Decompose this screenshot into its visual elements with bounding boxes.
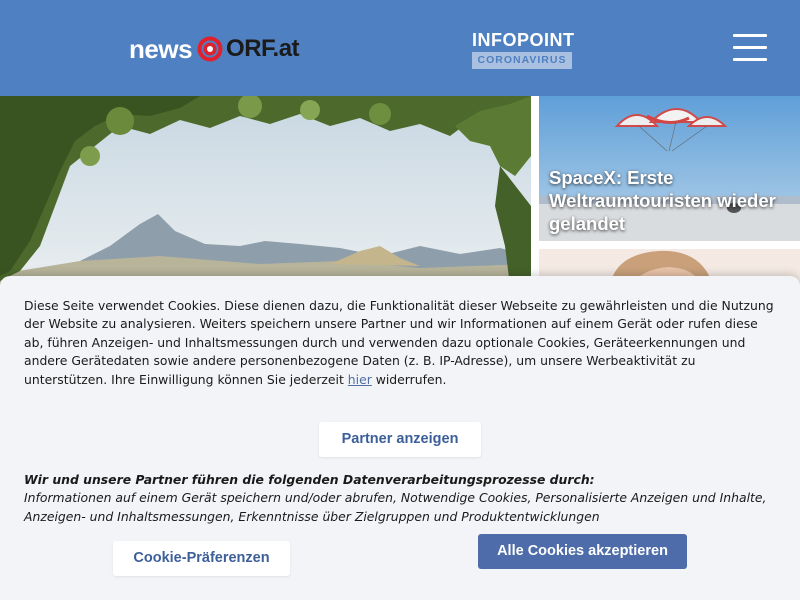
landscape-painting-image bbox=[0, 96, 531, 286]
infopoint-coronavirus-link[interactable]: INFOPOINT CORONAVIRUS bbox=[472, 30, 575, 70]
accept-all-cookies-button[interactable]: Alle Cookies akzeptieren bbox=[478, 534, 687, 569]
infopoint-title: INFOPOINT bbox=[472, 30, 575, 50]
orf-news-logo[interactable]: news ORF.at bbox=[129, 33, 300, 64]
cookie-preferences-button[interactable]: Cookie-Präferenzen bbox=[113, 541, 290, 576]
infopoint-subtitle: CORONAVIRUS bbox=[472, 52, 572, 69]
story-card-spacex[interactable]: SpaceX: Erste Weltraumtouristen wieder g… bbox=[539, 96, 800, 241]
hero-story-image[interactable] bbox=[0, 96, 531, 286]
logo-news-text: news bbox=[129, 33, 193, 64]
hamburger-icon[interactable] bbox=[733, 34, 767, 62]
processing-purposes: Wir und unsere Partner führen die folgen… bbox=[24, 471, 780, 526]
revoke-consent-link[interactable]: hier bbox=[348, 372, 372, 387]
cookie-consent-banner: Diese Seite verwendet Cookies. Diese die… bbox=[0, 276, 800, 600]
cookie-text-after-link: widerrufen. bbox=[371, 371, 447, 387]
orf-eye-icon bbox=[197, 36, 223, 62]
logo-orf-text: ORF.at bbox=[226, 35, 300, 62]
site-header: news ORF.at INFOPOINT CORONAVIRUS bbox=[0, 0, 800, 96]
cookie-description: Diese Seite verwendet Cookies. Diese die… bbox=[24, 297, 780, 389]
processing-purposes-list: Informationen auf einem Gerät speichern … bbox=[24, 490, 767, 524]
show-partners-button[interactable]: Partner anzeigen bbox=[319, 422, 481, 457]
story-title-spacex: SpaceX: Erste Weltraumtouristen wieder g… bbox=[549, 167, 776, 234]
processing-purposes-heading: Wir und unsere Partner führen die folgen… bbox=[24, 472, 595, 487]
